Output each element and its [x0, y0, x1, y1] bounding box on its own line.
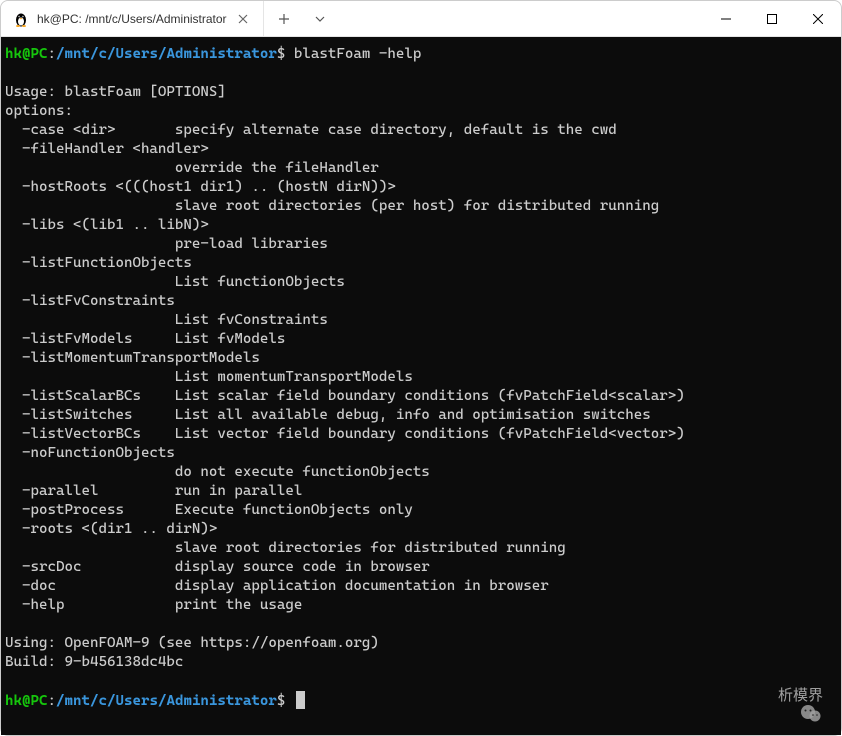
penguin-icon	[13, 11, 29, 27]
terminal-content[interactable]: hk@PC:/mnt/c/Users/Administrator$ blastF…	[1, 37, 841, 735]
tab-close-button[interactable]	[235, 11, 251, 27]
tab-dropdown-button[interactable]	[308, 7, 332, 31]
close-button[interactable]	[795, 1, 841, 37]
prompt-colon: :	[48, 46, 57, 62]
new-tab-button[interactable]	[272, 7, 296, 31]
command-line-2	[285, 693, 294, 709]
prompt-path: /mnt/c/Users/Administrator	[56, 46, 277, 62]
title-bar: hk@PC: /mnt/c/Users/Administrator	[1, 1, 841, 37]
watermark: 析模界	[748, 683, 823, 707]
tab-active[interactable]: hk@PC: /mnt/c/Users/Administrator	[1, 1, 264, 36]
tab-title: hk@PC: /mnt/c/Users/Administrator	[37, 12, 227, 26]
maximize-button[interactable]	[749, 1, 795, 37]
prompt-path-2: /mnt/c/Users/Administrator	[56, 693, 277, 709]
watermark-text: 析模界	[778, 686, 823, 705]
prompt-colon-2: :	[48, 693, 57, 709]
prompt-at-2: @	[22, 693, 31, 709]
command-output: Usage: blastFoam [OPTIONS] options: -cas…	[5, 84, 685, 670]
window-controls	[703, 1, 841, 36]
tab-actions	[264, 1, 340, 36]
prompt-user: hk	[5, 46, 22, 62]
prompt-host-2: PC	[31, 693, 48, 709]
prompt-host: PC	[31, 46, 48, 62]
minimize-button[interactable]	[703, 1, 749, 37]
prompt-user-2: hk	[5, 693, 22, 709]
command-line-1: blastFoam -help	[285, 46, 421, 62]
wechat-icon	[748, 683, 772, 707]
prompt-at: @	[22, 46, 31, 62]
cursor	[296, 691, 305, 709]
